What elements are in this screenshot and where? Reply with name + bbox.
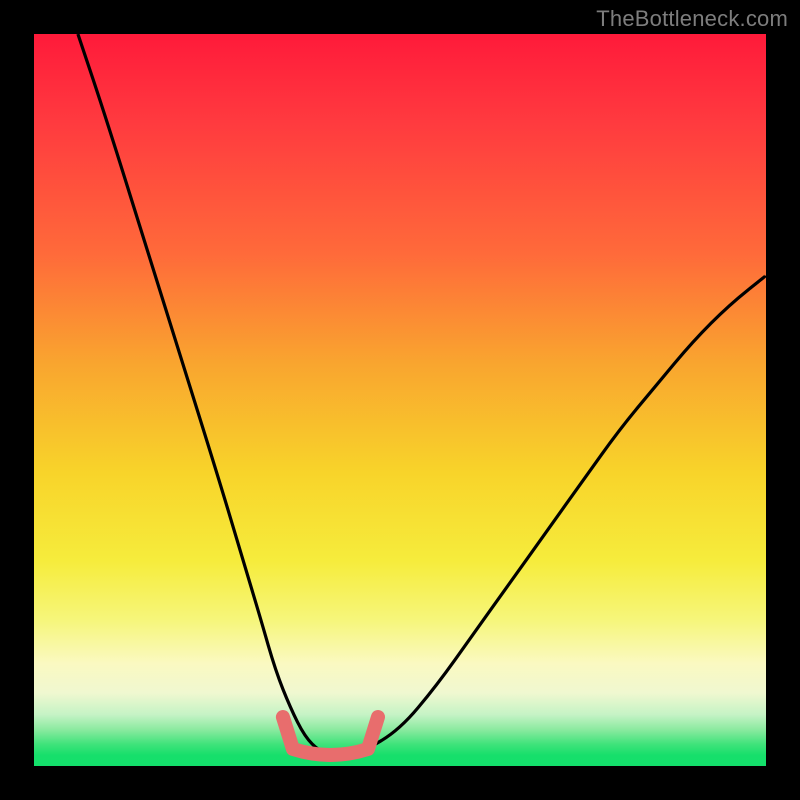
chart-frame: TheBottleneck.com (0, 0, 800, 800)
watermark-text: TheBottleneck.com (596, 6, 788, 32)
bottleneck-curve (34, 34, 766, 766)
curve-path (78, 34, 766, 755)
